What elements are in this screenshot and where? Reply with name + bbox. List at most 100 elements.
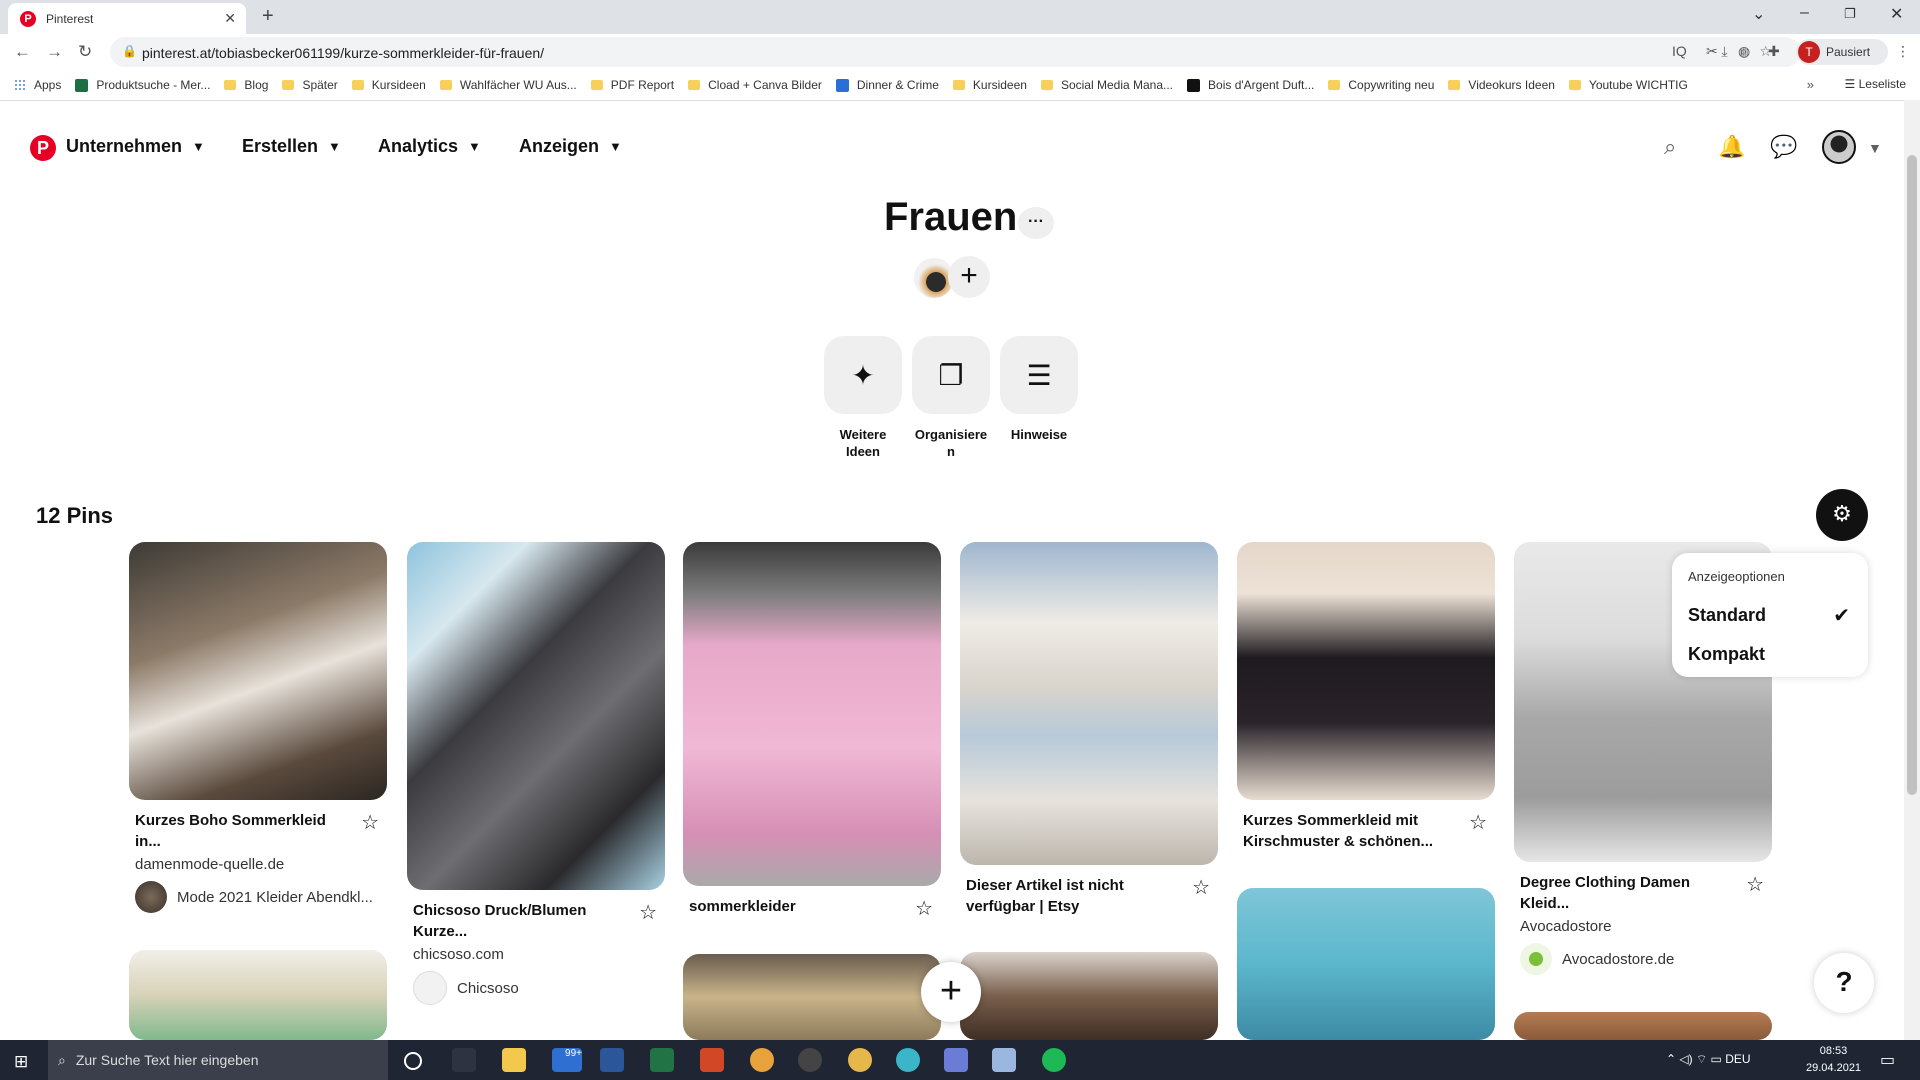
- pin-card[interactable]: sommerkleider ☆: [683, 542, 941, 920]
- window-close-icon[interactable]: ✕: [1890, 4, 1903, 24]
- mail-icon[interactable]: 99+: [552, 1048, 582, 1072]
- bookmark-item[interactable]: Produktsuche - Mer...: [75, 78, 210, 92]
- pin-attribution[interactable]: Avocadostore.de: [1520, 943, 1766, 975]
- task-view-icon[interactable]: [452, 1048, 476, 1072]
- chrome-icon[interactable]: [848, 1048, 872, 1072]
- bookmark-item[interactable]: Dinner & Crime: [835, 78, 939, 92]
- option-standard[interactable]: Standard: [1688, 605, 1766, 626]
- new-tab-icon[interactable]: +: [262, 5, 274, 28]
- tab-search-icon[interactable]: ⌄: [1752, 4, 1765, 24]
- more-ideas-button[interactable]: ✦ Weitere Ideen: [824, 336, 902, 460]
- bookmark-item[interactable]: Cload + Canva Bilder: [688, 78, 822, 92]
- excel-icon[interactable]: [650, 1048, 674, 1072]
- notifications-bell-icon[interactable]: 🔔: [1718, 134, 1745, 160]
- create-pin-button[interactable]: +: [921, 962, 981, 1022]
- app-icon[interactable]: [992, 1048, 1016, 1072]
- bookmark-item[interactable]: Apps: [14, 78, 61, 92]
- browser-tab[interactable]: P Pinterest ✕: [8, 3, 246, 34]
- pinterest-logo-icon[interactable]: P: [30, 135, 56, 161]
- pin-image[interactable]: [683, 542, 941, 886]
- extension-icon[interactable]: ✂: [1706, 43, 1718, 60]
- edge-icon[interactable]: [896, 1048, 920, 1072]
- pin-image[interactable]: [683, 954, 941, 1040]
- taskbar-search[interactable]: ⌕ Zur Suche Text hier eingeben: [48, 1040, 388, 1080]
- bookmark-item[interactable]: Blog: [224, 78, 268, 92]
- bookmarks-overflow-icon[interactable]: »: [1807, 77, 1814, 92]
- messages-icon[interactable]: 💬: [1770, 134, 1797, 160]
- add-collaborator-button[interactable]: +: [948, 256, 990, 298]
- pin-card[interactable]: Kurzes Sommerkleid mit Kirschmuster & sc…: [1237, 542, 1495, 852]
- extensions-puzzle-icon[interactable]: ✚: [1768, 43, 1780, 60]
- back-icon[interactable]: ←: [14, 42, 31, 62]
- help-button[interactable]: ?: [1814, 953, 1874, 1013]
- pin-title[interactable]: Chicsoso Druck/Blumen Kurze...: [413, 900, 625, 942]
- pin-title[interactable]: Kurzes Boho Sommerkleid in...: [135, 810, 347, 852]
- pin-attribution[interactable]: Mode 2021 Kleider Abendkl...: [135, 881, 381, 913]
- scrollbar-thumb[interactable]: [1907, 155, 1917, 795]
- bookmark-item[interactable]: Videokurs Ideen: [1448, 78, 1555, 92]
- pin-image[interactable]: [1237, 542, 1495, 800]
- nav-erstellen[interactable]: Erstellen ▼: [242, 136, 341, 157]
- file-explorer-icon[interactable]: [502, 1048, 526, 1072]
- pin-card[interactable]: [129, 950, 387, 1040]
- pin-image[interactable]: [129, 542, 387, 800]
- app-icon[interactable]: [750, 1048, 774, 1072]
- nav-analytics[interactable]: Analytics ▼: [378, 136, 481, 157]
- user-avatar[interactable]: [1822, 130, 1856, 164]
- restore-icon[interactable]: ❐: [1844, 6, 1856, 22]
- nav-unternehmen[interactable]: Unternehmen ▼: [66, 136, 205, 157]
- bookmark-item[interactable]: Kursideen: [351, 78, 426, 92]
- option-kompakt[interactable]: Kompakt: [1688, 644, 1765, 665]
- forward-icon[interactable]: →: [46, 42, 63, 62]
- app-icon[interactable]: [944, 1048, 968, 1072]
- pin-card[interactable]: [683, 954, 941, 1040]
- bookmark-item[interactable]: Youtube WICHTIG: [1568, 78, 1688, 92]
- system-tray[interactable]: ⌃ ◁) ⌔ ▭ DEU: [1666, 1052, 1751, 1067]
- url-text[interactable]: pinterest.at/tobiasbecker061199/kurze-so…: [142, 45, 544, 61]
- reading-list[interactable]: ☰ Leseliste: [1845, 77, 1906, 91]
- pin-card[interactable]: Chicsoso Druck/Blumen Kurze... ☆ chicsos…: [407, 542, 665, 1005]
- bookmark-item[interactable]: Copywriting neu: [1328, 78, 1434, 92]
- view-options-button[interactable]: ⚙: [1816, 489, 1868, 541]
- word-icon[interactable]: [600, 1048, 624, 1072]
- browser-menu-icon[interactable]: ⋮: [1896, 43, 1910, 60]
- pin-card[interactable]: Kurzes Boho Sommerkleid in... ☆ damenmod…: [129, 542, 387, 913]
- pin-title[interactable]: Kurzes Sommerkleid mit Kirschmuster & sc…: [1243, 810, 1455, 852]
- bookmark-item[interactable]: PDF Report: [590, 78, 674, 92]
- windows-start-icon[interactable]: ⊞: [14, 1052, 28, 1072]
- reload-icon[interactable]: ↻: [78, 42, 92, 62]
- pin-image[interactable]: [1514, 1012, 1772, 1040]
- profile-button[interactable]: T Pausiert: [1796, 39, 1888, 65]
- pin-source[interactable]: Avocadostore: [1520, 918, 1766, 935]
- bookmark-item[interactable]: Social Media Mana...: [1040, 78, 1173, 92]
- star-icon[interactable]: ☆: [639, 900, 657, 925]
- pin-card[interactable]: [1237, 888, 1495, 1040]
- extension-adblock-icon[interactable]: ◍: [1738, 43, 1750, 60]
- bookmark-item[interactable]: Bois d'Argent Duft...: [1187, 78, 1314, 92]
- pin-image[interactable]: [407, 542, 665, 890]
- notes-button[interactable]: ☰ Hinweise: [1000, 336, 1078, 443]
- pin-image[interactable]: [129, 950, 387, 1040]
- pin-title[interactable]: sommerkleider: [689, 896, 901, 917]
- star-icon[interactable]: ☆: [1469, 810, 1487, 835]
- minimize-icon[interactable]: –: [1800, 4, 1809, 22]
- bookmark-item[interactable]: Wahlfächer WU Aus...: [439, 78, 577, 92]
- pin-source[interactable]: chicsoso.com: [413, 946, 659, 963]
- star-icon[interactable]: ☆: [915, 896, 933, 921]
- pin-card[interactable]: Dieser Artikel ist nicht verfügbar | Ets…: [960, 542, 1218, 917]
- pin-image[interactable]: [960, 952, 1218, 1040]
- pin-card[interactable]: [960, 952, 1218, 1040]
- star-icon[interactable]: ☆: [1192, 875, 1210, 900]
- pin-source[interactable]: damenmode-quelle.de: [135, 856, 381, 873]
- pin-title[interactable]: Degree Clothing Damen Kleid...: [1520, 872, 1732, 914]
- pin-attribution[interactable]: Chicsoso: [413, 971, 659, 1005]
- cortana-icon[interactable]: [404, 1052, 422, 1070]
- pin-image[interactable]: [1237, 888, 1495, 1040]
- star-icon[interactable]: ☆: [1746, 872, 1764, 897]
- search-icon[interactable]: ⌕: [1664, 134, 1676, 160]
- powerpoint-icon[interactable]: [700, 1048, 724, 1072]
- organize-button[interactable]: ❐ Organisieren: [912, 336, 990, 460]
- star-icon[interactable]: ☆: [361, 810, 379, 835]
- notification-center-icon[interactable]: ▭: [1880, 1050, 1895, 1070]
- bookmark-item[interactable]: Kursideen: [952, 78, 1027, 92]
